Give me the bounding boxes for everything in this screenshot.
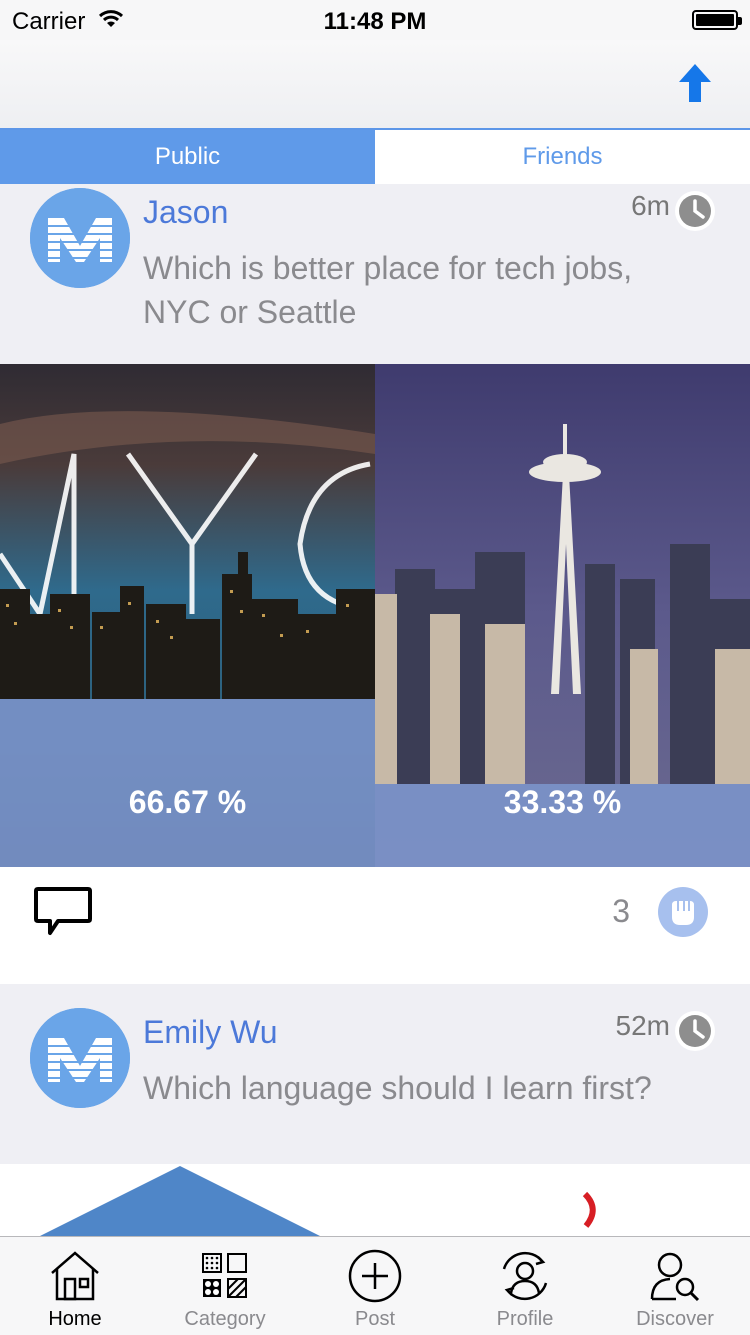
avatar[interactable] (30, 188, 130, 288)
tab-profile[interactable]: Profile (450, 1237, 600, 1335)
poll-option-nyc[interactable]: 66.67 % (0, 364, 375, 867)
tab-bar: Home Category Post Profile Discover (0, 1236, 750, 1335)
tab-category[interactable]: Category (150, 1237, 300, 1335)
m-logo-icon (30, 188, 130, 288)
post-header: Jason 6m Which is better place for tech … (0, 184, 750, 364)
tab-label: Post (354, 1308, 396, 1330)
home-icon (51, 1251, 99, 1301)
post-question: Which language should I learn first? (143, 1070, 652, 1106)
tab-label: Profile (496, 1308, 554, 1330)
poll-image-preview[interactable] (0, 1164, 750, 1236)
fist-icon[interactable] (658, 887, 708, 937)
post-actions: 3 (0, 867, 750, 984)
feed-segmented-control: Public Friends (0, 128, 750, 184)
status-time: 11:48 PM (323, 8, 427, 35)
post-image (40, 1166, 596, 1236)
like-count: 3 (612, 893, 630, 929)
m-logo-icon (30, 1008, 130, 1108)
comment-icon[interactable] (34, 885, 92, 937)
post-author[interactable]: Jason (143, 194, 228, 231)
clock-icon (675, 191, 715, 231)
tab-label: Category (184, 1308, 266, 1330)
poll-options: 66.67 % 33.33 % (0, 364, 750, 867)
poll-percent: 33.33 % (503, 784, 622, 820)
tab-post[interactable]: Post (300, 1237, 450, 1335)
battery-icon (692, 10, 742, 30)
tab-label: Home (48, 1308, 102, 1330)
nav-bar (0, 40, 750, 128)
tab-home[interactable]: Home (0, 1237, 150, 1335)
post-header: Emily Wu 52m Which language should I lea… (0, 984, 750, 1164)
status-bar: Carrier 11:48 PM (0, 0, 750, 40)
post-time-ago: 52m (615, 1010, 670, 1041)
segment-friends[interactable]: Friends (375, 130, 750, 184)
tab-label: Discover (636, 1308, 714, 1330)
discover-icon (650, 1252, 700, 1302)
post-author[interactable]: Emily Wu (143, 1014, 278, 1051)
poll-percent: 66.67 % (128, 784, 247, 820)
plus-circle-icon (348, 1249, 402, 1303)
avatar[interactable] (30, 1008, 130, 1108)
category-grid-icon (202, 1253, 247, 1298)
poll-option-seattle[interactable]: 33.33 % (375, 364, 750, 867)
post-question: Which is better place for tech jobs, NYC… (143, 250, 633, 330)
tab-discover[interactable]: Discover (600, 1237, 750, 1335)
post-time-ago: 6m (631, 190, 670, 221)
arrow-up-icon[interactable] (678, 62, 712, 104)
profile-icon (502, 1251, 548, 1301)
clock-icon (675, 1011, 715, 1051)
segment-public[interactable]: Public (0, 130, 375, 184)
